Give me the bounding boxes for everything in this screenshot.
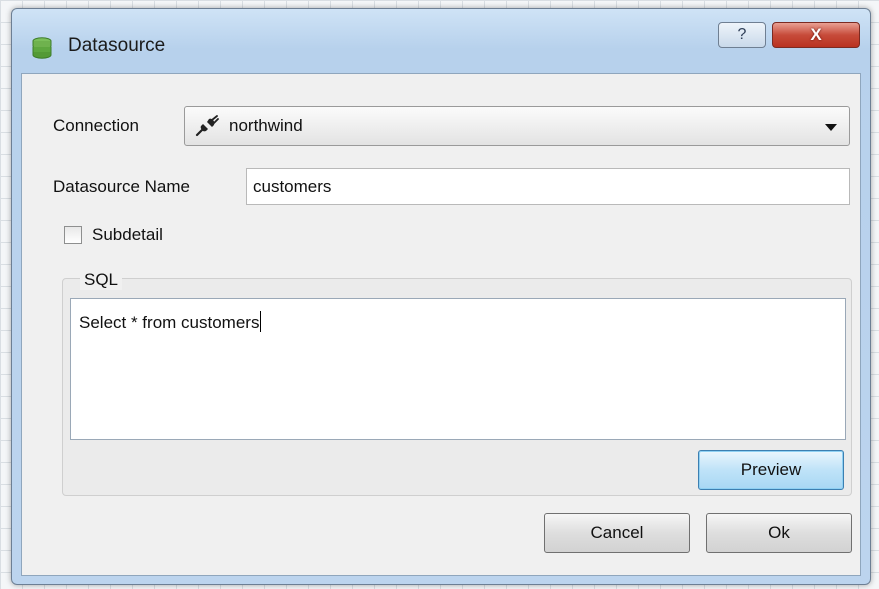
sql-editor[interactable]: Select * from customers xyxy=(70,298,846,440)
help-button[interactable]: ? xyxy=(718,22,766,48)
cancel-button[interactable]: Cancel xyxy=(544,513,690,553)
chevron-down-icon xyxy=(825,124,837,131)
datasource-name-input[interactable]: customers xyxy=(246,168,850,205)
help-icon: ? xyxy=(737,26,747,43)
subdetail-checkbox[interactable] xyxy=(64,226,82,244)
connection-select[interactable]: northwind xyxy=(184,106,850,146)
sql-group-title: SQL xyxy=(80,270,123,290)
connection-value: northwind xyxy=(229,116,303,135)
dialog-body: Connection northwind Datasource Name cus… xyxy=(21,73,861,576)
database-icon xyxy=(32,37,52,59)
close-icon: X xyxy=(810,25,822,44)
preview-button[interactable]: Preview xyxy=(698,450,844,490)
dialog-title: Datasource xyxy=(68,35,166,56)
subdetail-label: Subdetail xyxy=(92,225,163,244)
ok-button[interactable]: Ok xyxy=(706,513,852,553)
sql-text: Select * from customers xyxy=(79,313,260,332)
datasource-dialog: Datasource ? X Connection northwind Data… xyxy=(11,8,871,585)
connection-label: Connection xyxy=(53,116,140,135)
title-bar[interactable]: Datasource ? X xyxy=(12,9,870,73)
text-caret xyxy=(260,311,262,332)
close-button[interactable]: X xyxy=(772,22,860,48)
datasource-name-label: Datasource Name xyxy=(53,177,191,196)
plug-icon xyxy=(195,115,219,137)
